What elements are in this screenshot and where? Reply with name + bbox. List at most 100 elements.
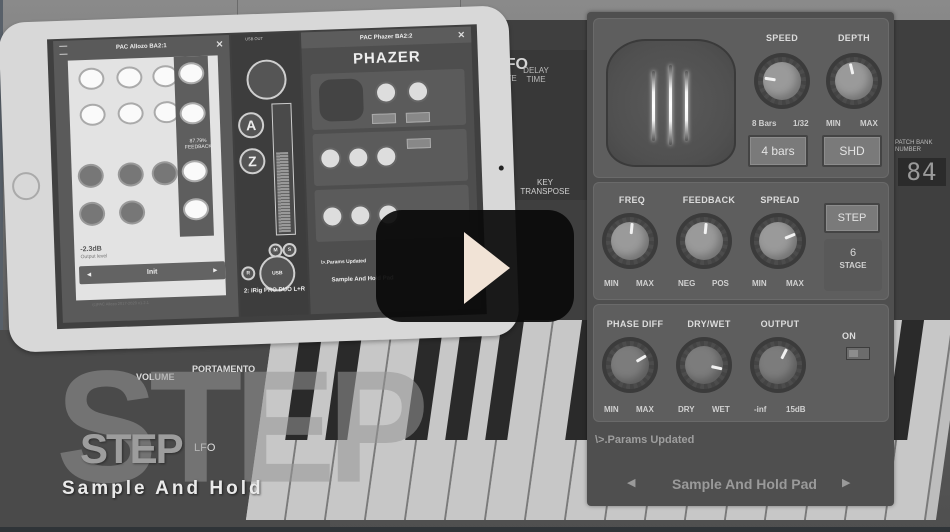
drywet-max-label: WET [712, 405, 730, 414]
status-text: \>.Params Updated [595, 434, 695, 446]
output-label: Output level [80, 253, 108, 261]
spread-max-label: MAX [786, 279, 804, 288]
drywet-knob[interactable] [676, 337, 732, 393]
shape-button[interactable]: SHD [822, 135, 882, 167]
prev-preset-icon[interactable]: ◀ [627, 476, 635, 489]
output-value: -2.3dB [80, 245, 102, 254]
phase-diff-knob[interactable] [602, 337, 658, 393]
knob[interactable] [78, 201, 106, 227]
usb-output-node[interactable] [245, 58, 288, 101]
next-preset-icon[interactable]: ▶ [842, 476, 850, 489]
feedback-readout: 87.79% FEEDBACK [184, 137, 212, 151]
lfo-section: SPEED DEPTH 8 Bars 1/32 MIN MAX 4 bars S… [593, 18, 889, 178]
freq-min-label: MIN [604, 279, 619, 288]
knob[interactable] [79, 103, 107, 127]
menu-icon[interactable] [59, 45, 68, 55]
output-label: OUTPUT [760, 319, 800, 329]
preset-name[interactable]: Sample And Hold Pad [657, 476, 832, 492]
node-z[interactable]: Z [238, 147, 266, 175]
bottom-bar [0, 527, 950, 532]
depth-min-label: MIN [826, 119, 841, 128]
knob[interactable] [117, 101, 145, 125]
stage-selector[interactable]: 6 STAGE [824, 239, 882, 291]
drywet-knob-small[interactable] [348, 204, 372, 227]
shape-button-small[interactable] [405, 111, 431, 123]
copyright: (c)PAC Allozo 2017-2020 v1.2.1 [92, 299, 149, 307]
feedback-max-label: POS [712, 279, 729, 288]
on-toggle[interactable] [846, 347, 870, 360]
speed-label: SPEED [765, 33, 798, 43]
play-icon [464, 232, 510, 304]
phase-max-label: MAX [636, 405, 654, 414]
knob[interactable] [78, 67, 105, 91]
knob[interactable] [182, 197, 210, 221]
knob[interactable] [179, 101, 207, 125]
knob[interactable] [151, 160, 179, 186]
plugin-allozo: PAC Allozo BA2:1 ✕ 87.79% FEEDBACK -2.3d… [53, 34, 239, 323]
knob[interactable] [177, 61, 205, 85]
solo-button[interactable]: S [282, 242, 297, 258]
knob[interactable] [118, 200, 146, 225]
speed-knob-small[interactable] [374, 81, 398, 104]
knob[interactable] [117, 162, 145, 187]
depth-knob-small[interactable] [406, 80, 430, 103]
knob[interactable] [116, 66, 143, 89]
patch-number-display: 84 [898, 158, 946, 186]
depth-knob[interactable] [826, 53, 882, 109]
feedback-min-label: NEG [678, 279, 696, 288]
close-icon[interactable]: ✕ [457, 27, 465, 43]
speed-min-label: 8 Bars [752, 119, 777, 128]
spread-knob-small[interactable] [374, 145, 398, 168]
plugin-a-title: PAC Allozo BA2:1 [115, 43, 167, 51]
feedback-knob-small[interactable] [346, 146, 370, 169]
stage-section-small [312, 128, 469, 187]
feedback-knob[interactable] [676, 213, 732, 269]
spread-label: SPREAD [760, 195, 800, 205]
prev-preset-icon[interactable]: ◀ [87, 266, 91, 284]
speed-value-button[interactable]: 4 bars [748, 135, 808, 167]
knob[interactable] [181, 159, 209, 183]
node-a[interactable]: A [237, 111, 265, 139]
freq-max-label: MAX [636, 279, 654, 288]
speed-knob[interactable] [754, 53, 810, 109]
input-source-label: 2: iRig PRO DUO L+R [243, 286, 306, 295]
step-button-small[interactable] [406, 137, 432, 149]
audio-router: USB OUT A Z M S USB R 2: iRig PRO DUO L+… [230, 32, 309, 317]
phazer-logo: PHAZER [352, 48, 421, 68]
phase-knob-small[interactable] [320, 205, 344, 228]
spread-knob[interactable] [750, 213, 806, 269]
plugin-b-titlebar: PAC Phazer BA2:2 ✕ [300, 26, 472, 49]
status-text-small: \>.Params Updated [320, 258, 367, 266]
output-section: PHASE DIFF DRY/WET OUTPUT ON MIN MAX DRY… [593, 304, 889, 422]
plugin-b-title: PAC Phazer BA2:2 [359, 33, 413, 42]
lfo-waveform-display [606, 39, 736, 167]
close-icon[interactable]: ✕ [215, 35, 224, 53]
video-frame: LFO RATE DELAY TIME KEY TRANSPOSE PATCH … [0, 0, 950, 532]
stage-count: 6 [849, 247, 857, 259]
lfo-section-small [310, 68, 467, 131]
on-label: ON [841, 331, 857, 341]
record-button[interactable]: R [241, 266, 256, 281]
usb-out-label: USB OUT [245, 35, 263, 42]
hardware-delay-label: DELAY TIME [523, 66, 549, 84]
phase-diff-label: PHASE DIFF [606, 319, 664, 329]
output-knob[interactable] [750, 337, 806, 393]
home-button [11, 171, 41, 201]
freq-label: FREQ [618, 195, 646, 205]
next-preset-icon[interactable]: ▶ [213, 262, 217, 280]
freq-knob-small[interactable] [318, 147, 342, 170]
preset-name: Init [146, 268, 158, 276]
overlay-title: STEP [80, 425, 184, 472]
drywet-label: DRY/WET [687, 319, 731, 329]
depth-max-label: MAX [860, 119, 878, 128]
play-button[interactable] [376, 210, 574, 322]
knob[interactable] [77, 163, 105, 189]
freq-knob[interactable] [602, 213, 658, 269]
step-button[interactable]: STEP [824, 203, 880, 233]
spread-min-label: MIN [752, 279, 767, 288]
camera-dot [498, 165, 504, 171]
drywet-min-label: DRY [678, 405, 695, 414]
stage-label: STAGE [839, 261, 867, 270]
speed-button-small[interactable] [371, 113, 397, 125]
overlay-subtitle: Sample And Hold [62, 478, 264, 499]
